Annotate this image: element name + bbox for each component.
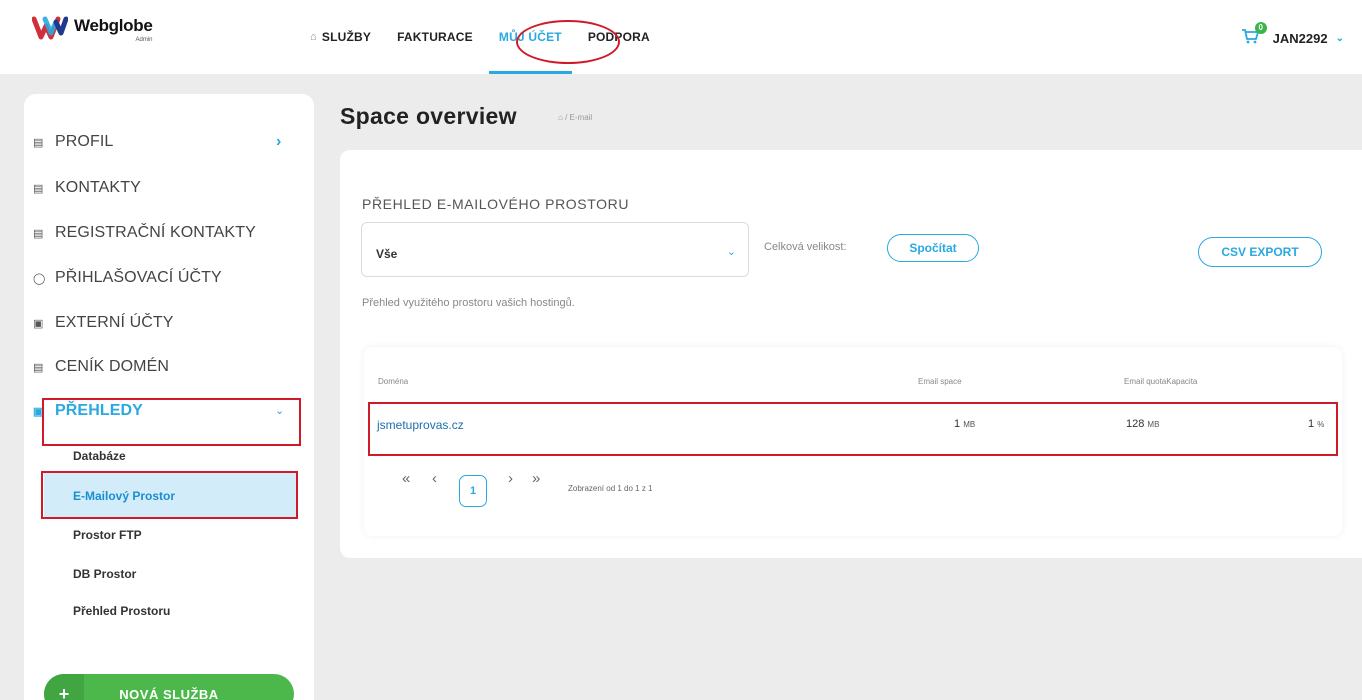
prev-page-button[interactable]: ‹ [432, 470, 437, 487]
sidebar-item-label: PROFIL [55, 133, 114, 150]
highlight-box-email [41, 471, 298, 519]
select-value: Vše [376, 247, 398, 261]
sidebar-item-prihlasovaci-ucty[interactable]: ◯ PŘIHLAŠOVACÍ ÚČTY [33, 269, 222, 287]
pricelist-icon: ▤ [33, 361, 44, 374]
page-title: Space overview [340, 103, 517, 129]
profile-card-icon: ▤ [33, 136, 44, 149]
logo-subtitle: Admin [135, 37, 153, 43]
sidebar-item-kontakty[interactable]: ▤ KONTAKTY [33, 179, 141, 197]
last-page-button[interactable]: » [532, 470, 540, 487]
highlight-ellipse [516, 20, 620, 64]
plus-icon: + [44, 674, 84, 700]
sidebar-item-label: PŘIHLAŠOVACÍ ÚČTY [55, 269, 222, 286]
chevron-right-icon: › [276, 133, 282, 150]
hosting-select[interactable]: Vše ⌄ [361, 222, 749, 277]
username: JAN2292 [1272, 30, 1328, 46]
cart-icon[interactable]: 0 [1241, 22, 1267, 48]
sidebar-item-externi-ucty[interactable]: ▣ EXTERNÍ ÚČTY [33, 314, 174, 332]
highlight-box-row [368, 402, 1338, 456]
column-header-email-space[interactable]: Email space [918, 377, 962, 386]
sidebar-item-profil[interactable]: ▤ PROFIL [33, 133, 113, 151]
first-page-button[interactable]: « [402, 470, 410, 487]
total-size-label: Celková velikost: [764, 241, 847, 253]
sidebar-item-label: KONTAKTY [55, 179, 141, 196]
hint-text: Přehled využitého prostoru vašich hostin… [362, 297, 575, 309]
nav-fakturace-label: FAKTURACE [397, 30, 473, 44]
column-header-quota-capacity[interactable]: Email quotaKapacita [1124, 377, 1197, 386]
column-header-domena[interactable]: Doména [378, 377, 408, 386]
logo-name: Webglobe [74, 16, 153, 35]
top-bar: Webglobe Admin ⌂ SLUŽBY FAKTURACE MŮJ ÚČ… [0, 0, 1362, 74]
chevron-down-icon: ⌄ [726, 246, 736, 258]
section-title: PŘEHLED E-MAILOVÉHO PROSTORU [362, 196, 630, 212]
nav-fakturace[interactable]: FAKTURACE [397, 0, 473, 74]
home-icon: ⌂ [310, 31, 317, 43]
breadcrumb-email[interactable]: / E-mail [565, 113, 592, 122]
sidebar-subitem-prehled-prostoru[interactable]: Přehled Prostoru [73, 604, 170, 618]
pager-info: Zobrazení od 1 do 1 z 1 [568, 484, 653, 493]
users-icon: ◯ [33, 272, 46, 285]
next-page-button[interactable]: › [508, 470, 513, 487]
sidebar-item-label: REGISTRAČNÍ KONTAKTY [55, 224, 256, 241]
contacts-card-icon: ▤ [33, 182, 44, 195]
sidebar-item-label: EXTERNÍ ÚČTY [55, 314, 174, 331]
sidebar-subitem-db-prostor[interactable]: DB Prostor [73, 567, 136, 581]
nav-sluzby[interactable]: ⌂ SLUŽBY [310, 0, 371, 74]
cart-badge: 0 [1254, 22, 1267, 34]
list-icon: ▤ [33, 227, 44, 240]
page-1-button[interactable]: 1 [459, 475, 487, 507]
csv-export-button[interactable]: CSV EXPORT [1198, 237, 1322, 267]
window-icon: ▣ [33, 317, 44, 330]
sidebar-subitem-databaze[interactable]: Databáze [73, 449, 126, 463]
new-service-label: NOVÁ SLUŽBA [119, 686, 219, 700]
nav-sluzby-label: SLUŽBY [321, 30, 372, 44]
user-menu[interactable]: 0 JAN2292 ⌄ [1241, 22, 1344, 48]
chevron-down-icon: ⌄ [1335, 32, 1344, 44]
webglobe-logo[interactable]: Webglobe Admin [32, 16, 153, 44]
new-service-button[interactable]: + NOVÁ SLUŽBA [44, 674, 294, 700]
breadcrumb: ⌂ / E-mail [558, 113, 592, 122]
logo-mark-icon [32, 16, 68, 40]
sidebar-item-label: CENÍK DOMÉN [55, 358, 169, 375]
sidebar-item-registracni-kontakty[interactable]: ▤ REGISTRAČNÍ KONTAKTY [33, 224, 256, 242]
sidebar-item-cenik-domen[interactable]: ▤ CENÍK DOMÉN [33, 358, 169, 376]
sidebar-subitem-prostor-ftp[interactable]: Prostor FTP [73, 528, 142, 542]
main-nav: ⌂ SLUŽBY FAKTURACE MŮJ ÚČET PODPORA [310, 0, 676, 74]
home-icon[interactable]: ⌂ [558, 113, 563, 122]
compute-button[interactable]: Spočítat [887, 234, 979, 262]
highlight-box-prehledy [42, 398, 301, 446]
